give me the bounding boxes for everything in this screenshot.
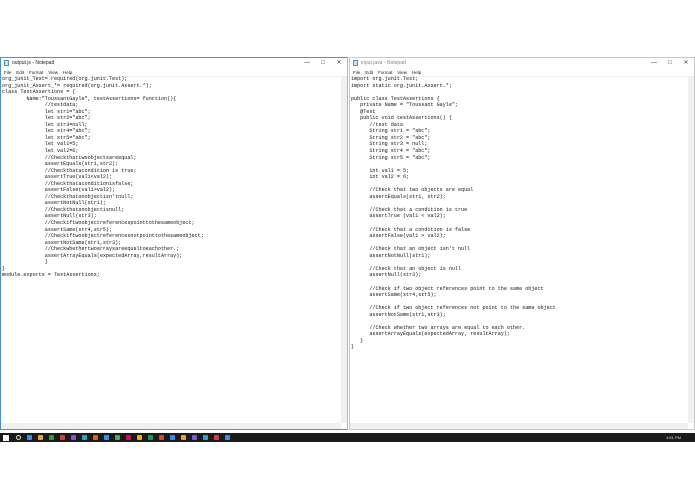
horizontal-scrollbar[interactable]	[1, 423, 341, 429]
taskbar-app-icon[interactable]	[126, 435, 131, 440]
search-icon[interactable]	[16, 435, 21, 440]
maximize-icon[interactable]: □	[315, 58, 331, 68]
taskbar-app-icon[interactable]	[137, 435, 142, 440]
taskbar-app-icon[interactable]	[225, 435, 230, 440]
taskbar-app-icon[interactable]	[27, 435, 32, 440]
menu-help[interactable]: Help	[63, 70, 72, 75]
menu-edit[interactable]: Edit	[16, 70, 24, 75]
vertical-scrollbar[interactable]	[341, 76, 347, 423]
taskbar-app-icon[interactable]	[93, 435, 98, 440]
minimize-icon[interactable]: —	[646, 58, 662, 68]
close-icon[interactable]: ✕	[331, 58, 347, 68]
notepad-icon	[4, 60, 9, 66]
close-icon[interactable]: ✕	[678, 58, 694, 68]
taskbar-app-icon[interactable]	[49, 435, 54, 440]
caption-buttons: — □ ✕	[646, 58, 694, 68]
taskbar-app-icon[interactable]	[148, 435, 153, 440]
menu-view[interactable]: View	[48, 70, 58, 75]
taskbar-app-icon[interactable]	[82, 435, 87, 440]
taskbar-app-icon[interactable]	[181, 435, 186, 440]
menu-edit[interactable]: Edit	[365, 70, 373, 75]
windows-start-icon[interactable]	[3, 434, 9, 441]
notepad-window-input[interactable]: input.java - Notepad — □ ✕ File Edit For…	[349, 57, 695, 430]
minimize-icon[interactable]: —	[299, 58, 315, 68]
menu-format[interactable]: Format	[378, 70, 392, 75]
taskbar-app-icon[interactable]	[203, 435, 208, 440]
taskbar-app-icon[interactable]	[170, 435, 175, 440]
title-bar[interactable]: output.js - Notepad — □ ✕	[1, 58, 347, 68]
window-title: output.js - Notepad	[12, 60, 55, 66]
horizontal-scrollbar[interactable]	[350, 423, 688, 429]
text-editor[interactable]: import org.junit.Test; import static org…	[350, 76, 688, 423]
taskbar-app-icon[interactable]	[115, 435, 120, 440]
menu-view[interactable]: View	[397, 70, 407, 75]
caption-buttons: — □ ✕	[299, 58, 347, 68]
taskbar-app-icon[interactable]	[159, 435, 164, 440]
desktop: output.js - Notepad — □ ✕ File Edit Form…	[0, 57, 695, 440]
notepad-icon	[353, 60, 358, 66]
taskbar-app-icon[interactable]	[71, 435, 76, 440]
title-bar[interactable]: input.java - Notepad — □ ✕	[350, 58, 694, 68]
taskbar-app-icon[interactable]	[104, 435, 109, 440]
taskbar-app-icon[interactable]	[38, 435, 43, 440]
taskbar-apps	[24, 435, 233, 440]
taskbar-app-icon[interactable]	[60, 435, 65, 440]
maximize-icon[interactable]: □	[662, 58, 678, 68]
notepad-window-output[interactable]: output.js - Notepad — □ ✕ File Edit Form…	[0, 57, 348, 430]
taskbar-app-icon[interactable]	[214, 435, 219, 440]
menu-file[interactable]: File	[4, 70, 11, 75]
system-clock[interactable]: 4:51 PM	[666, 435, 681, 440]
window-title: input.java - Notepad	[361, 60, 406, 66]
taskbar: 4:51 PM	[0, 433, 695, 442]
text-editor[interactable]: org_junit_Test= required(org.junit.Test)…	[1, 76, 341, 423]
menu-help[interactable]: Help	[412, 70, 421, 75]
vertical-scrollbar[interactable]	[688, 76, 694, 423]
menu-file[interactable]: File	[353, 70, 360, 75]
menu-format[interactable]: Format	[29, 70, 43, 75]
taskbar-app-icon[interactable]	[192, 435, 197, 440]
